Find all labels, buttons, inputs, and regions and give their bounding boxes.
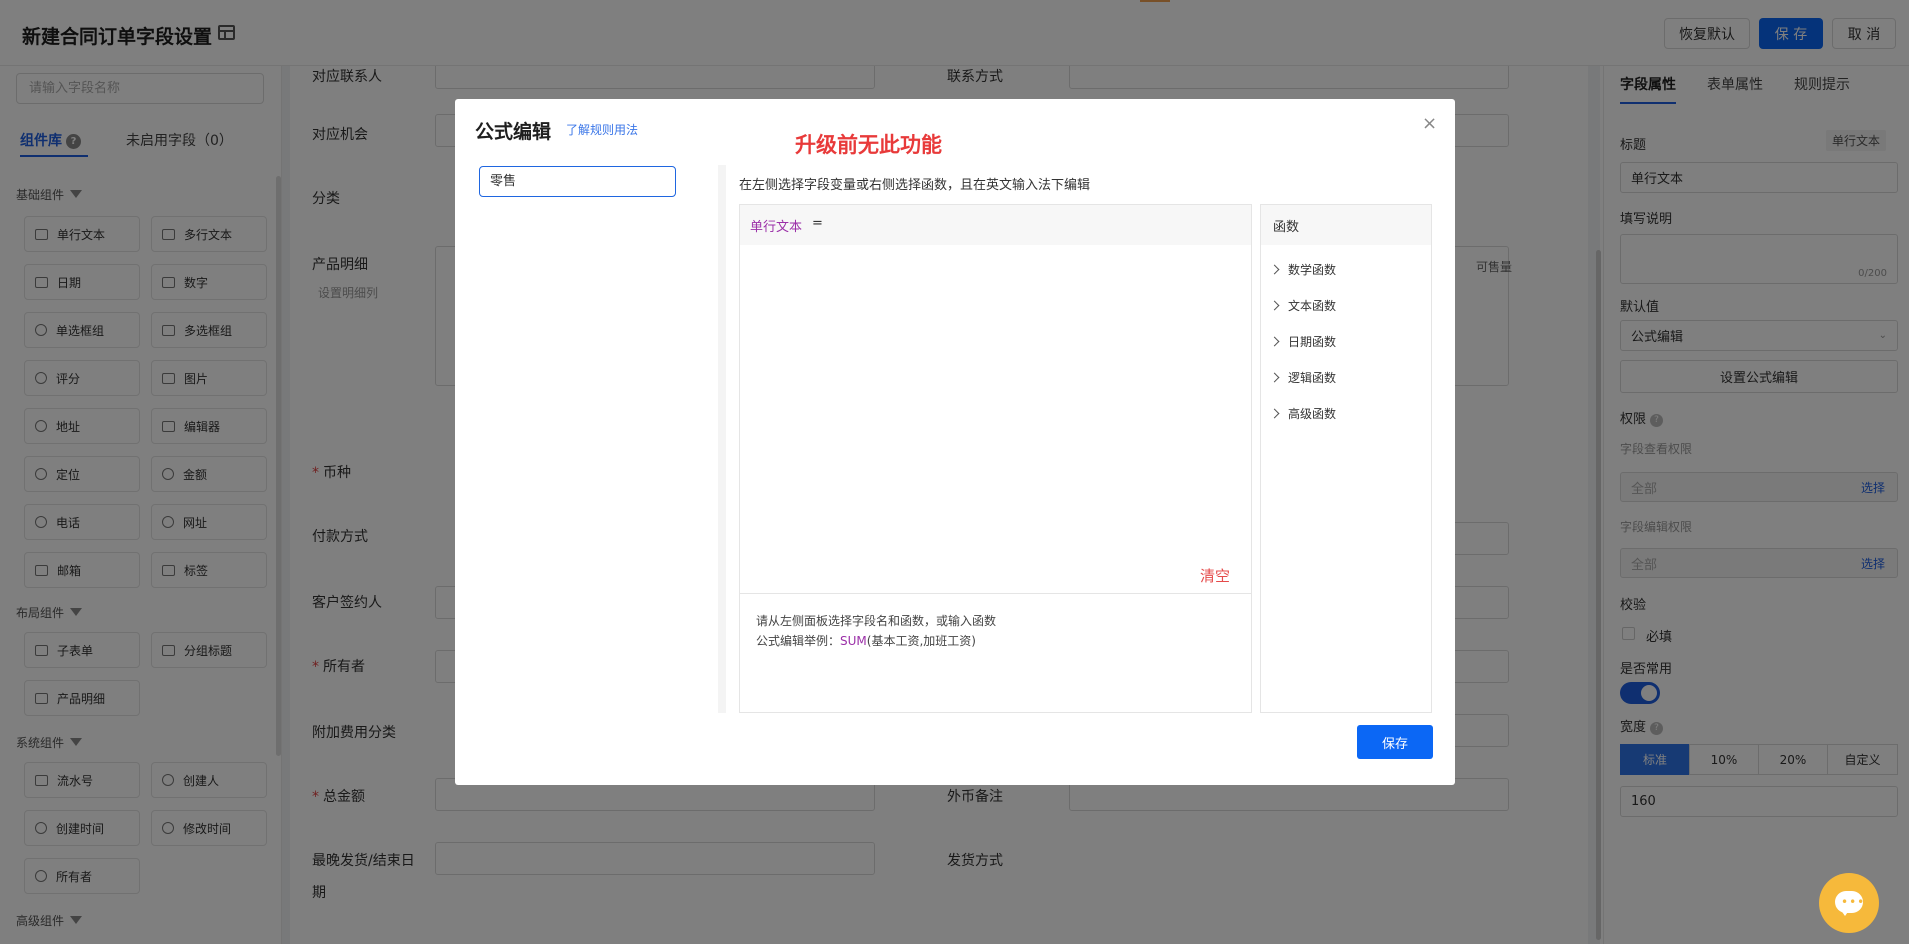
function-group-text[interactable]: 文本函数 (1269, 297, 1336, 314)
chevron-right-icon (1269, 408, 1280, 419)
editor-help: 请从左侧面板选择字段名和函数，或输入函数 公式编辑举例：SUM(基本工资,加班工… (740, 593, 1251, 712)
editor-equals: = (812, 216, 823, 231)
chevron-right-icon (1269, 264, 1280, 275)
formula-hint: 在左侧选择字段变量或右侧选择函数，且在英文输入法下编辑 (739, 178, 1091, 193)
formula-editor[interactable]: 单行文本 = 清空 请从左侧面板选择字段名和函数，或输入函数 公式编辑举例：SU… (739, 204, 1252, 713)
modal-title: 公式编辑 (475, 121, 552, 143)
function-panel: 函数 数学函数 文本函数 日期函数 逻辑函数 高级函数 (1260, 204, 1432, 713)
clear-button[interactable]: 清空 (1200, 565, 1230, 586)
chevron-right-icon (1269, 336, 1280, 347)
chat-support-button[interactable]: ••• (1819, 873, 1879, 933)
editor-help-example: 公式编辑举例：SUM(基本工资,加班工资) (756, 634, 976, 648)
panel-divider (718, 165, 726, 713)
editor-header: 单行文本 = (740, 205, 1251, 245)
chevron-right-icon (1269, 372, 1280, 383)
function-group-advanced[interactable]: 高级函数 (1269, 405, 1336, 422)
close-icon[interactable]: × (1422, 113, 1437, 134)
function-group-math[interactable]: 数学函数 (1269, 261, 1336, 278)
modal-save-button[interactable]: 保存 (1357, 725, 1433, 759)
function-group-logic[interactable]: 逻辑函数 (1269, 369, 1336, 386)
editor-help-line1: 请从左侧面板选择字段名和函数，或输入函数 (756, 614, 997, 628)
field-variable-search-input[interactable]: 零售 (479, 166, 676, 197)
function-panel-header: 函数 (1261, 205, 1431, 245)
function-group-date[interactable]: 日期函数 (1269, 333, 1336, 350)
learn-rules-link[interactable]: 了解规则用法 (566, 121, 638, 138)
chat-dots-icon: ••• (1841, 895, 1866, 909)
editor-target-variable: 单行文本 (750, 220, 803, 235)
formula-editor-modal: 公式编辑 了解规则用法 升级前无此功能 × 零售 在左侧选择字段变量或右侧选择函… (455, 99, 1455, 785)
upgrade-annotation: 升级前无此功能 (795, 132, 942, 157)
chevron-right-icon (1269, 300, 1280, 311)
